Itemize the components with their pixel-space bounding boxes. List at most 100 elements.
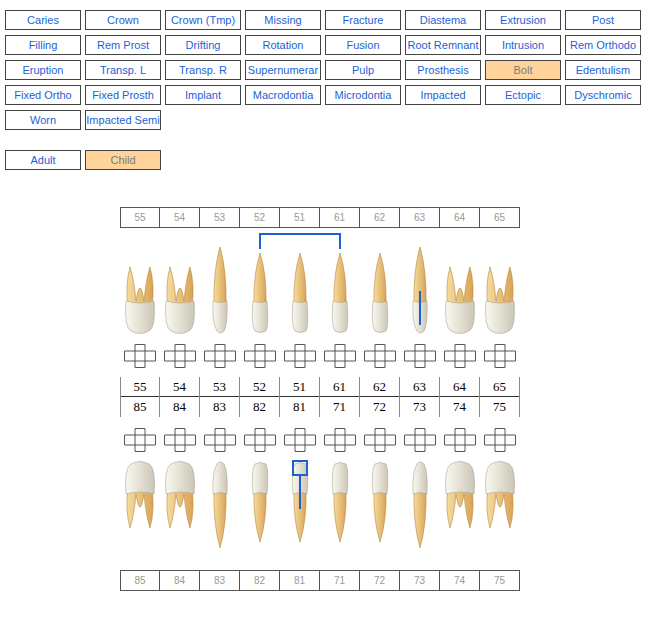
tool-button[interactable]: Prosthesis [405,60,481,80]
surface-cross-icon[interactable] [444,344,476,368]
tool-button[interactable]: Fixed Ortho [5,85,81,105]
surface-cross-icon[interactable] [284,344,316,368]
tooth-icon[interactable] [120,245,160,340]
tooth-header[interactable]: 85 [120,570,160,591]
surface-cross-icon[interactable] [484,344,516,368]
tooth-header[interactable]: 74 [439,570,480,591]
tooth-icon[interactable] [280,455,320,550]
surface-cross-icon[interactable] [164,344,196,368]
tooth-header[interactable]: 55 [120,207,160,228]
dentition-button[interactable]: Adult [5,150,81,170]
tool-button[interactable]: Extrusion [485,10,561,30]
tool-button[interactable]: Worn [5,110,81,130]
tool-button[interactable]: Bolt [485,60,561,80]
tool-button[interactable]: Crown [85,10,161,30]
surface-cross-icon[interactable] [484,428,516,452]
surface-cross-icon[interactable] [164,428,196,452]
tooth-icon[interactable] [120,455,160,550]
surface-cross-icon[interactable] [284,428,316,452]
tooth-header[interactable]: 64 [439,207,480,228]
tool-button[interactable]: Impacted Semi [85,110,161,130]
tooth-icon[interactable] [400,245,440,340]
tooth-number: 81 [279,397,320,417]
tooth-icon[interactable] [320,455,360,550]
surface-cross-icon[interactable] [324,344,356,368]
tooth-header[interactable]: 63 [399,207,440,228]
tooth-header[interactable]: 81 [279,570,320,591]
tooth-number: 72 [359,397,400,417]
tool-button[interactable]: Macrodontia [245,85,321,105]
tool-button[interactable]: Dyschromic [565,85,641,105]
surface-cross-icon[interactable] [204,428,236,452]
tooth-icon[interactable] [440,455,480,550]
tool-button[interactable]: Crown (Tmp) [165,10,241,30]
surface-cross-icon[interactable] [404,344,436,368]
tool-button[interactable]: Supernumerar [245,60,321,80]
tool-button[interactable]: Transp. R [165,60,241,80]
tool-button[interactable]: Drifting [165,35,241,55]
tool-button[interactable]: Fracture [325,10,401,30]
tool-button[interactable]: Implant [165,85,241,105]
tooth-icon[interactable] [280,245,320,340]
tool-button[interactable]: Caries [5,10,81,30]
surface-cross-icon[interactable] [444,428,476,452]
tooth-header[interactable]: 71 [319,570,360,591]
surface-cross-icon[interactable] [364,344,396,368]
tooth-header[interactable]: 75 [479,570,520,591]
tooth-header[interactable]: 72 [359,570,400,591]
tooth-icon[interactable] [440,245,480,340]
tooth-header[interactable]: 83 [199,570,240,591]
tool-button[interactable]: Pulp [325,60,401,80]
tooth-header[interactable]: 73 [399,570,440,591]
tooth-header[interactable]: 62 [359,207,400,228]
tooth-header[interactable]: 65 [479,207,520,228]
tool-button[interactable]: Rotation [245,35,321,55]
tooth-header[interactable]: 51 [279,207,320,228]
tool-button[interactable]: Impacted [405,85,481,105]
tool-button[interactable]: Edentulism [565,60,641,80]
tooth-icon[interactable] [200,455,240,550]
tooth-icon[interactable] [480,245,520,340]
tooth-header[interactable]: 61 [319,207,360,228]
tooth-number: 52 [239,377,280,397]
tooth-icon[interactable] [240,245,280,340]
surface-cross-icon[interactable] [244,428,276,452]
tool-button[interactable]: Intrusion [485,35,561,55]
tool-button[interactable]: Transp. L [85,60,161,80]
tooth-icon[interactable] [160,245,200,340]
tooth-header[interactable]: 53 [199,207,240,228]
tooth-icon[interactable] [480,455,520,550]
tooth-icon[interactable] [240,455,280,550]
tool-button[interactable]: Diastema [405,10,481,30]
surface-cross-icon[interactable] [404,428,436,452]
tooth-icon[interactable] [200,245,240,340]
tooth-header[interactable]: 84 [159,570,200,591]
tooth-icon[interactable] [160,455,200,550]
tool-button[interactable]: Ectopic [485,85,561,105]
tool-button[interactable]: Rem Orthodo [565,35,641,55]
surface-cross-icon[interactable] [244,344,276,368]
tool-button[interactable]: Rem Prost [85,35,161,55]
tooth-icon[interactable] [360,455,400,550]
tooth-header[interactable]: 52 [239,207,280,228]
tool-button[interactable]: Fixed Prosth [85,85,161,105]
tool-button[interactable]: Missing [245,10,321,30]
tool-button[interactable]: Filling [5,35,81,55]
dentition-button[interactable]: Child [85,150,161,170]
tooth-number: 71 [319,397,360,417]
tooth-header[interactable]: 82 [239,570,280,591]
tooth-icon[interactable] [400,455,440,550]
tool-button[interactable]: Eruption [5,60,81,80]
surface-cross-icon[interactable] [364,428,396,452]
tooth-header[interactable]: 54 [159,207,200,228]
tool-button[interactable]: Root Remnant [405,35,481,55]
tooth-icon[interactable] [360,245,400,340]
tool-button[interactable]: Post [565,10,641,30]
surface-cross-icon[interactable] [324,428,356,452]
tooth-icon[interactable] [320,245,360,340]
surface-cross-icon[interactable] [124,344,156,368]
tool-button[interactable]: Fusion [325,35,401,55]
surface-cross-icon[interactable] [124,428,156,452]
surface-cross-icon[interactable] [204,344,236,368]
tool-button[interactable]: Microdontia [325,85,401,105]
